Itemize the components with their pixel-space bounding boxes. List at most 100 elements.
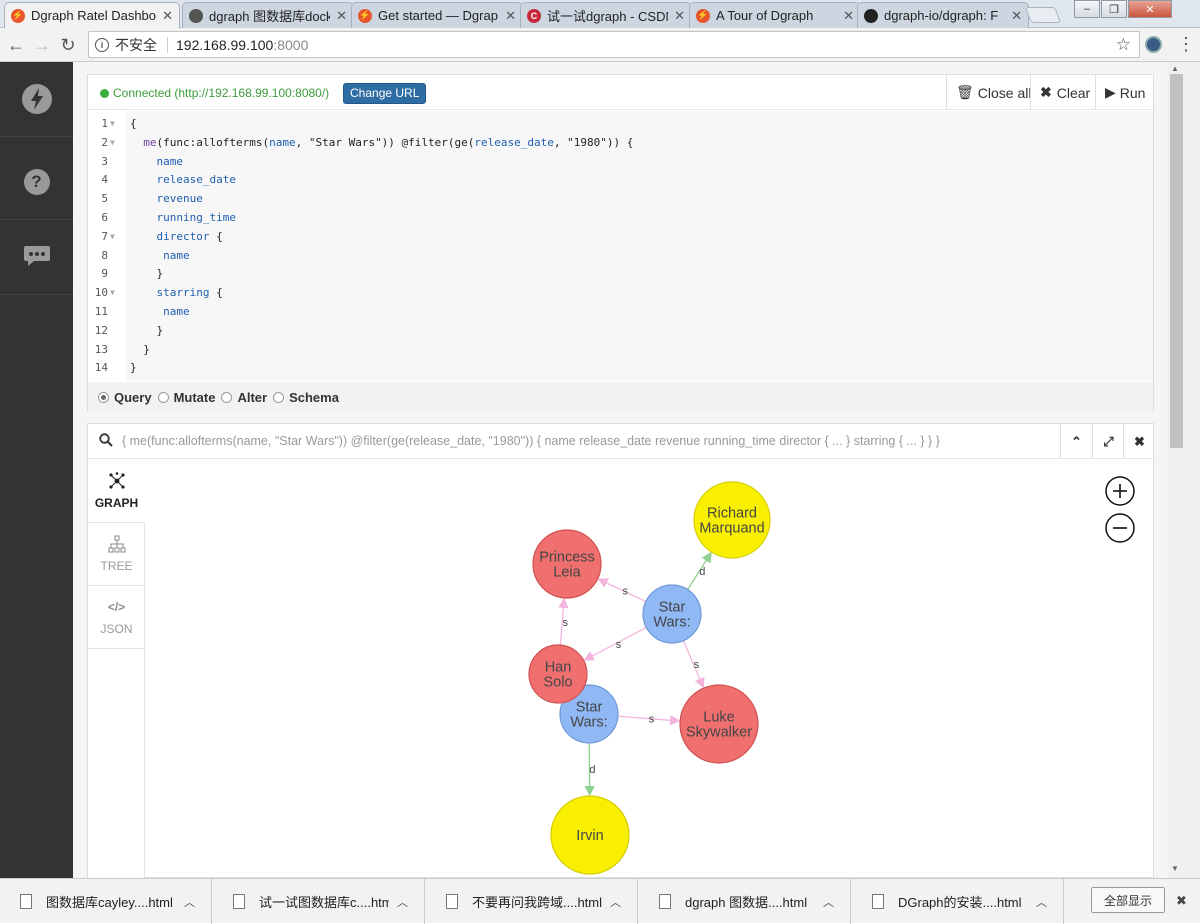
scroll-down-icon[interactable]: ▼	[1171, 864, 1179, 873]
query-type-mutate[interactable]: Mutate	[158, 390, 216, 405]
code-text: }	[130, 321, 163, 340]
tree-icon	[108, 535, 126, 553]
browser-tab[interactable]: ⚡Get started — Dgrap✕	[351, 2, 523, 28]
address-bar[interactable]: i 不安全 192.168.99.100:8000 ☆	[88, 31, 1140, 58]
code-line: 7▼ director {	[88, 227, 1153, 246]
bookmark-star-icon[interactable]: ☆	[1116, 35, 1131, 55]
info-icon[interactable]: i	[95, 38, 109, 52]
browser-tab[interactable]: dgraph-io/dgraph: F✕	[857, 2, 1029, 28]
close-window-button[interactable]: ✕	[1128, 0, 1172, 18]
radio-button[interactable]	[98, 392, 109, 403]
line-number: 5	[88, 189, 108, 208]
node-label: Star	[659, 600, 686, 616]
connection-status: Connected (http://192.168.99.100:8080/)	[100, 86, 329, 100]
sidebar-item-home[interactable]	[0, 62, 73, 137]
graph-edge[interactable]: s	[560, 599, 568, 645]
browser-tab[interactable]: ⚡A Tour of Dgraph✕	[689, 2, 861, 28]
chevron-up-icon[interactable]: ︿	[184, 894, 195, 910]
radio-button[interactable]	[158, 392, 169, 403]
show-all-downloads-button[interactable]: 全部显示	[1091, 887, 1165, 913]
sidebar-item-feedback[interactable]	[0, 220, 73, 295]
file-icon	[20, 894, 32, 909]
close-all-label: Close all	[978, 85, 1032, 101]
graph-node-luke[interactable]: LukeSkywalker	[680, 685, 758, 763]
chevron-up-icon[interactable]: ︿	[610, 894, 621, 910]
frame-tab-tree[interactable]: TREE	[88, 523, 145, 586]
radio-button[interactable]	[273, 392, 284, 403]
chevron-up-icon[interactable]: ︿	[1036, 894, 1047, 910]
code-text: }	[130, 264, 163, 283]
code-line: 6 running_time	[88, 208, 1153, 227]
fold-arrow-icon[interactable]: ▼	[110, 114, 115, 133]
frame-tab-json[interactable]: </>JSON	[88, 586, 145, 649]
browser-tab[interactable]: C试一试dgraph - CSDN✕	[520, 2, 692, 28]
zoom-out-button[interactable]	[1106, 514, 1134, 542]
fold-arrow-icon[interactable]: ▼	[110, 227, 115, 246]
graph-node-sw1[interactable]: StarWars:	[643, 585, 701, 643]
scrollbar-thumb[interactable]	[1170, 74, 1183, 448]
download-item[interactable]: 不要再问我跨域....html︿	[426, 879, 638, 924]
download-item[interactable]: 图数据库cayley....html︿	[0, 879, 212, 924]
graph-node-han[interactable]: HanSolo	[529, 645, 587, 703]
tab-close-icon[interactable]: ✕	[1011, 8, 1022, 24]
browser-tab[interactable]: ⚡Dgraph Ratel Dashbo✕	[4, 2, 180, 28]
code-editor[interactable]: 1▼{2▼ me(func:allofterms(name, "Star War…	[88, 111, 1153, 381]
graph-view[interactable]: dssssssd StarWars:StarWars:PrincessLeiaH…	[146, 460, 1154, 878]
close-all-button[interactable]: 🗑︎ Close all	[946, 75, 1040, 110]
query-type-query[interactable]: Query	[98, 390, 152, 405]
sidebar-item-help[interactable]: ?	[0, 145, 73, 220]
maximize-window-button[interactable]: ❐	[1101, 0, 1127, 18]
graph-canvas[interactable]: dssssssd StarWars:StarWars:PrincessLeiaH…	[146, 460, 1154, 878]
zoom-in-button[interactable]	[1106, 477, 1134, 505]
frame-tab-graph[interactable]: GRAPH	[88, 460, 145, 523]
graph-edge[interactable]: s	[683, 641, 703, 688]
fold-arrow-icon[interactable]: ▼	[110, 283, 115, 302]
line-number: 7	[88, 227, 108, 246]
graph-node-richard[interactable]: RichardMarquand	[694, 482, 770, 558]
fold-arrow-icon[interactable]: ▼	[110, 133, 115, 152]
tab-close-icon[interactable]: ✕	[336, 8, 347, 24]
extension-icon[interactable]	[1145, 36, 1162, 53]
clear-label: Clear	[1057, 85, 1090, 101]
clear-button[interactable]: ✖ Clear	[1030, 75, 1099, 110]
forward-icon[interactable]: →	[30, 33, 54, 57]
download-filename: DGraph的安装....html	[898, 892, 1028, 911]
minimize-window-button[interactable]: –	[1074, 0, 1100, 18]
back-icon[interactable]: ←	[4, 33, 28, 57]
node-label: Wars:	[653, 615, 690, 631]
download-item[interactable]: 试一试图数据库c....html︿	[213, 879, 425, 924]
fullscreen-frame-button[interactable]: ⤢	[1092, 424, 1124, 459]
graph-edge[interactable]: s	[585, 628, 647, 661]
download-item[interactable]: dgraph 图数据....html︿	[639, 879, 851, 924]
graph-node-irvin[interactable]: Irvin	[551, 796, 629, 874]
menu-icon[interactable]: ⋮	[1177, 34, 1195, 55]
graph-node-leia[interactable]: PrincessLeia	[533, 530, 601, 598]
close-icon[interactable]: ✖	[1176, 893, 1187, 909]
close-frame-button[interactable]: ✖	[1123, 424, 1155, 459]
radio-button[interactable]	[221, 392, 232, 403]
download-item[interactable]: DGraph的安装....html ︿	[852, 879, 1064, 924]
query-type-selector: Query Mutate Alter Schema	[88, 382, 1153, 412]
query-type-alter[interactable]: Alter	[221, 390, 267, 405]
reload-icon[interactable]: ↻	[56, 33, 80, 57]
graph-edge[interactable]: d	[688, 553, 711, 590]
tab-close-icon[interactable]: ✕	[843, 8, 854, 24]
chevron-up-icon[interactable]: ︿	[823, 894, 834, 910]
graph-edge[interactable]: d	[589, 743, 595, 795]
editor-header: Connected (http://192.168.99.100:8080/) …	[88, 75, 1153, 110]
graph-edge[interactable]: s	[599, 579, 646, 601]
tab-close-icon[interactable]: ✕	[505, 8, 516, 24]
collapse-frame-button[interactable]: ⌃	[1060, 424, 1092, 459]
change-url-button[interactable]: Change URL	[343, 83, 426, 104]
browser-tab[interactable]: dgraph 图数据库dock✕	[182, 2, 354, 28]
tab-close-icon[interactable]: ✕	[162, 8, 173, 24]
page-scrollbar[interactable]: ▲ ▼	[1168, 62, 1200, 878]
graph-edge[interactable]: s	[618, 714, 679, 726]
tab-close-icon[interactable]: ✕	[674, 8, 685, 24]
run-button[interactable]: ▶ Run	[1095, 75, 1154, 110]
query-type-schema[interactable]: Schema	[273, 390, 339, 405]
chevron-up-icon[interactable]: ︿	[397, 894, 408, 910]
frame-query-text[interactable]: { me(func:allofterms(name, "Star Wars"))…	[122, 434, 1052, 448]
scroll-up-icon[interactable]: ▲	[1171, 64, 1179, 73]
new-tab-button[interactable]	[1025, 7, 1061, 23]
